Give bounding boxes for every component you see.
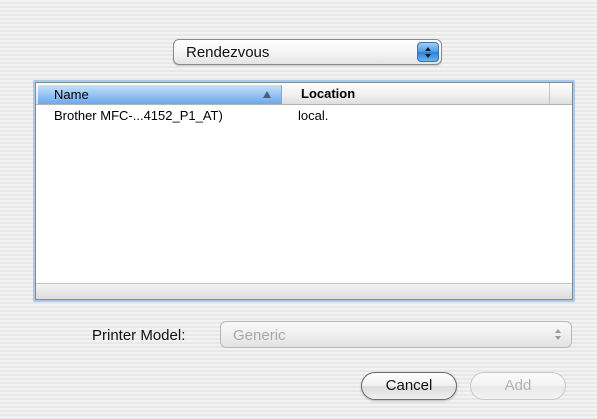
arrow-down-icon — [555, 336, 561, 340]
source-popup[interactable]: Rendezvous — [173, 39, 442, 65]
popup-stepper-icon[interactable] — [417, 42, 439, 62]
cancel-button[interactable]: Cancel — [361, 372, 457, 400]
arrow-down-icon — [425, 54, 431, 58]
sort-ascending-icon — [263, 91, 271, 98]
printer-model-label: Printer Model: — [92, 327, 186, 344]
column-header-location-label: Location — [301, 86, 356, 101]
source-popup-label: Rendezvous — [186, 44, 270, 61]
popup-stepper-icon[interactable] — [550, 325, 566, 344]
printer-list[interactable]: Name Location Brother MFC-...4152_P1_AT)… — [35, 82, 573, 300]
column-header-name[interactable]: Name — [38, 85, 282, 104]
column-header-name-label: Name — [54, 87, 89, 102]
printer-model-value: Generic — [233, 327, 286, 344]
arrow-up-icon — [555, 329, 561, 333]
add-button[interactable]: Add — [470, 372, 566, 400]
list-header: Name Location — [36, 83, 572, 105]
column-header-extra — [550, 83, 572, 104]
list-footer — [36, 283, 572, 299]
column-header-location[interactable]: Location — [292, 83, 550, 104]
printer-location-cell: local. — [298, 108, 329, 123]
printer-name-cell: Brother MFC-...4152_P1_AT) — [54, 108, 223, 123]
printer-model-popup[interactable]: Generic — [220, 321, 572, 348]
arrow-up-icon — [425, 47, 431, 51]
table-row[interactable]: Brother MFC-...4152_P1_AT) local. — [36, 105, 572, 127]
